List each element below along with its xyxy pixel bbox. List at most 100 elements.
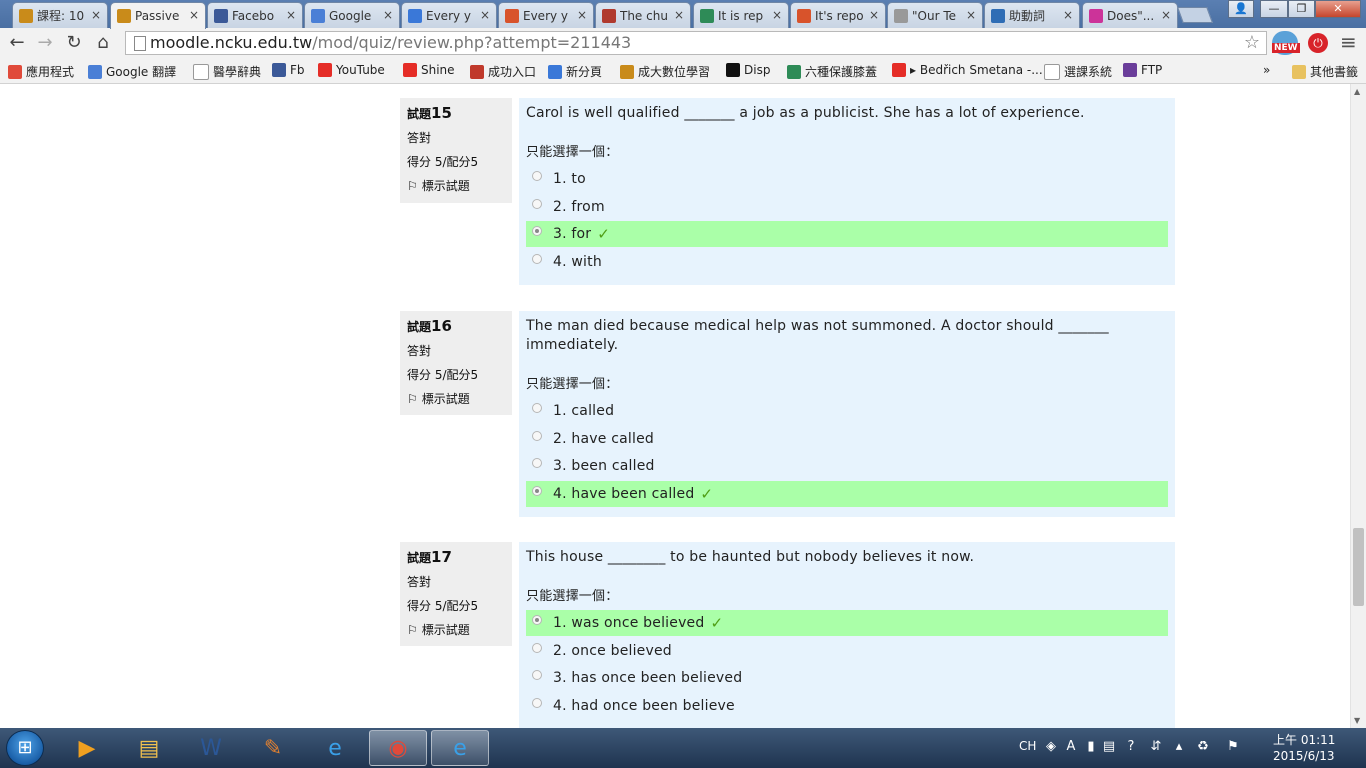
clock[interactable]: 上午 01:11 2015/6/13 [1273, 732, 1335, 764]
bookmark-item[interactable]: Google 翻譯 [88, 63, 176, 80]
browser-tab[interactable]: The chu × [595, 2, 691, 28]
answer-option[interactable]: 2. from [526, 194, 1168, 220]
answer-option[interactable]: 4. with [526, 249, 1168, 275]
answer-option[interactable]: 2. have called [526, 426, 1168, 452]
answer-option[interactable]: 3. been called [526, 453, 1168, 479]
tab-close-icon[interactable]: × [1063, 8, 1073, 22]
maximize-button[interactable]: ❐ [1288, 0, 1315, 18]
help-icon[interactable]: ? [1123, 739, 1139, 755]
tab-close-icon[interactable]: × [91, 8, 101, 22]
address-bar[interactable]: moodle.ncku.edu.tw/mod/quiz/review.php?a… [125, 31, 1267, 55]
answer-option[interactable]: 1. called [526, 398, 1168, 424]
minimize-button[interactable]: — [1260, 0, 1288, 18]
radio-button[interactable] [532, 615, 542, 625]
bookmark-item[interactable]: 選課系統 [1044, 63, 1112, 80]
answer-option[interactable]: 4. have been called ✓ [526, 480, 1168, 507]
radio-button[interactable] [532, 403, 542, 413]
tab-close-icon[interactable]: × [577, 8, 587, 22]
home-icon[interactable]: ⌂ [92, 32, 114, 54]
bookmark-item[interactable]: 醫學辭典 [193, 63, 261, 80]
forward-arrow-icon[interactable]: → [34, 32, 56, 54]
radio-button[interactable] [532, 697, 542, 708]
internet-explorer-icon[interactable]: e [431, 730, 489, 766]
other-bookmarks[interactable]: 其他書籤 [1291, 63, 1358, 80]
tab-close-icon[interactable]: × [286, 8, 296, 22]
answer-option[interactable]: 1. to [526, 166, 1168, 192]
browser-tab[interactable]: Every y × [498, 2, 594, 28]
close-window-button[interactable]: ✕ [1315, 0, 1361, 18]
radio-button[interactable] [532, 670, 542, 680]
bookmark-item[interactable]: FTP [1123, 63, 1162, 77]
browser-tab[interactable]: "Our Te × [887, 2, 983, 28]
bookmark-item[interactable]: 六種保護膝蓋 [787, 63, 877, 80]
flag-question-link[interactable]: ⚐ 標示試題 [407, 177, 505, 194]
answer-option[interactable]: 3. has once been believed [526, 665, 1168, 691]
recycle-icon[interactable]: ♻ [1195, 739, 1211, 755]
chrome-icon[interactable]: ◉ [369, 730, 427, 766]
browser-tab[interactable]: Facebo × [207, 2, 303, 28]
bookmark-item[interactable]: Disp [726, 63, 770, 77]
new-tab-button[interactable] [1177, 7, 1213, 23]
reload-icon[interactable]: ↻ [63, 32, 85, 54]
answer-option[interactable]: 2. once believed [526, 638, 1168, 664]
browser-tab[interactable]: It's repo × [790, 2, 886, 28]
scroll-down-arrow-icon[interactable]: ▼ [1354, 716, 1360, 725]
browser-tab[interactable]: Google × [304, 2, 400, 28]
browser-tab[interactable]: 課程: 10 × [12, 2, 108, 28]
radio-button[interactable] [532, 642, 542, 653]
network-icon[interactable]: ⇵ [1148, 739, 1164, 755]
ime-indicator[interactable]: CH [1019, 739, 1036, 753]
answer-option[interactable]: 4. had once been believe [526, 693, 1168, 719]
answer-option[interactable]: 1. was once believed ✓ [526, 610, 1168, 636]
radio-button[interactable] [532, 485, 542, 496]
bookmark-item[interactable]: Shine [403, 63, 455, 77]
toolbar-icon[interactable]: ▤ [1101, 739, 1117, 755]
browser-tab[interactable]: 助動詞 × [984, 2, 1080, 28]
extension-new-icon[interactable]: NEW [1272, 31, 1300, 55]
media-player-icon[interactable]: ▶ [58, 730, 116, 766]
menu-icon[interactable]: ≡ [1340, 30, 1357, 54]
word-icon[interactable]: W [182, 730, 240, 766]
scroll-up-arrow-icon[interactable]: ▲ [1354, 87, 1360, 96]
bookmark-item[interactable]: ▸ Bedřich Smetana -... [892, 63, 1043, 77]
user-button[interactable]: 👤 [1228, 0, 1254, 18]
radio-button[interactable] [532, 253, 542, 264]
tab-close-icon[interactable]: × [772, 8, 782, 22]
bookmark-item[interactable]: 成大數位學習 [620, 63, 710, 80]
tab-close-icon[interactable]: × [383, 8, 393, 22]
keyboard-icon[interactable]: ▮ [1083, 739, 1099, 755]
tab-close-icon[interactable]: × [674, 8, 684, 22]
bookmark-item[interactable]: 成功入口 [470, 63, 536, 80]
tab-close-icon[interactable]: × [480, 8, 490, 22]
flag-question-link[interactable]: ⚐ 標示試題 [407, 621, 505, 638]
browser-tab[interactable]: Does"... × [1082, 2, 1178, 28]
file-explorer-icon[interactable]: ▤ [120, 730, 178, 766]
show-hidden-icons-icon[interactable]: ▴ [1171, 739, 1187, 755]
internet-explorer-icon[interactable]: e [306, 730, 364, 766]
radio-button[interactable] [532, 171, 542, 181]
bookmark-item[interactable]: Fb [272, 63, 305, 77]
bookmark-star-icon[interactable]: ☆ [1244, 32, 1260, 54]
language-bar-icon[interactable]: ◈ [1043, 739, 1059, 755]
browser-tab[interactable]: It is rep × [693, 2, 789, 28]
input-mode-icon[interactable]: A [1063, 739, 1079, 755]
radio-button[interactable] [532, 430, 542, 441]
browser-tab[interactable]: Every y × [401, 2, 497, 28]
radio-button[interactable] [532, 198, 542, 209]
vertical-scrollbar[interactable]: ▲ ▼ [1350, 84, 1366, 728]
adblock-icon[interactable]: ⏻ [1308, 33, 1328, 53]
radio-button[interactable] [532, 458, 542, 468]
scroll-thumb[interactable] [1353, 528, 1364, 606]
flag-question-link[interactable]: ⚐ 標示試題 [407, 390, 505, 407]
back-arrow-icon[interactable]: ← [6, 32, 28, 54]
windows-start-icon[interactable]: ⊞ [6, 730, 44, 766]
tab-close-icon[interactable]: × [966, 8, 976, 22]
answer-option[interactable]: 3. for ✓ [526, 221, 1168, 247]
flag-icon[interactable]: ⚑ [1225, 739, 1241, 755]
paint-icon[interactable]: ✎ [244, 730, 302, 766]
bookmarks-overflow-chevron[interactable]: » [1263, 63, 1270, 77]
tab-close-icon[interactable]: × [189, 8, 199, 22]
bookmark-item[interactable]: 應用程式 [8, 63, 74, 80]
tab-close-icon[interactable]: × [1161, 8, 1171, 22]
bookmark-item[interactable]: YouTube [318, 63, 385, 77]
